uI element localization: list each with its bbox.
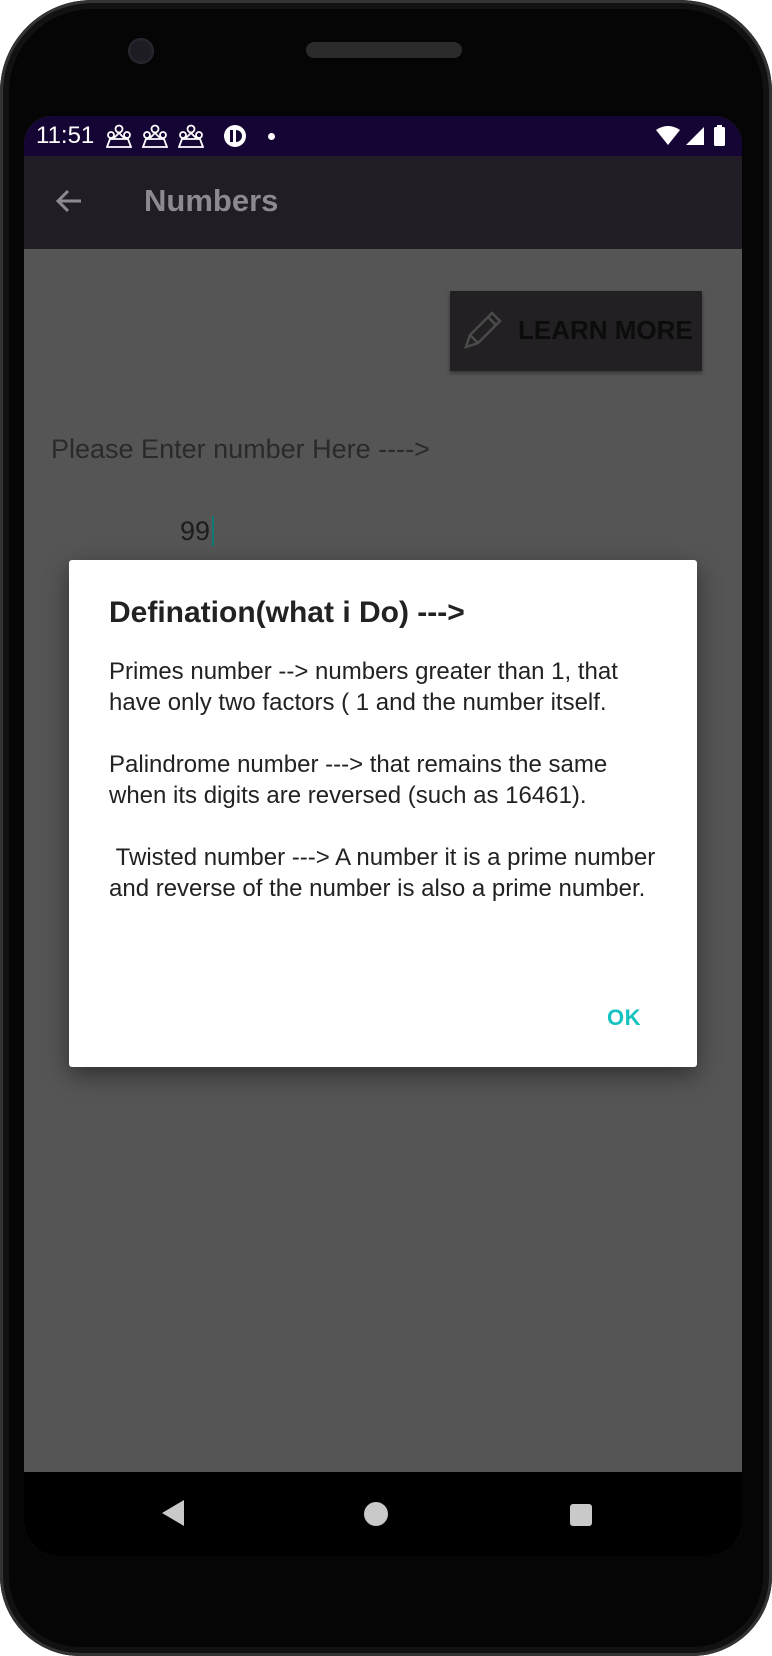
number-input[interactable]: 99: [180, 516, 210, 547]
people-icon: [178, 124, 204, 148]
cc-icon: [224, 125, 246, 147]
more-notifications-dot: [268, 133, 275, 140]
status-time: 11:51: [36, 122, 95, 149]
status-bar: 11:51: [24, 116, 742, 156]
people-icon: [142, 124, 168, 148]
earpiece-speaker: [306, 42, 462, 58]
system-status-icons: [656, 125, 725, 146]
wifi-icon: [656, 126, 680, 145]
front-camera: [128, 38, 154, 64]
learn-more-label: LEARN MORE: [518, 315, 693, 345]
page-title: Numbers: [144, 183, 279, 218]
pencil-icon: [464, 311, 502, 349]
screen: 11:51 Numbers LEARN MORE Please Enter nu…: [24, 116, 742, 1556]
nav-back-icon[interactable]: [160, 1498, 186, 1528]
battery-icon: [714, 127, 725, 146]
number-prompt-label: Please Enter number Here ---->: [51, 434, 430, 464]
dialog-message: Primes number --> numbers greater than 1…: [109, 658, 656, 902]
text-cursor: [212, 516, 214, 546]
nav-home-icon[interactable]: [364, 1502, 388, 1526]
ok-button[interactable]: OK: [607, 1005, 641, 1031]
navigation-bar: [24, 1472, 742, 1556]
learn-more-button[interactable]: LEARN MORE: [450, 291, 702, 371]
people-icon: [106, 124, 132, 148]
nav-recents-icon[interactable]: [570, 1504, 592, 1526]
dialog-title: Defination(what i Do) --->: [109, 596, 465, 629]
app-bar: Numbers: [24, 156, 742, 249]
signal-icon: [686, 127, 704, 145]
definition-dialog: Defination(what i Do) ---> Primes number…: [69, 560, 697, 1067]
phone-frame: 11:51 Numbers LEARN MORE Please Enter nu…: [0, 0, 772, 1656]
arrow-back-icon[interactable]: [54, 186, 84, 216]
